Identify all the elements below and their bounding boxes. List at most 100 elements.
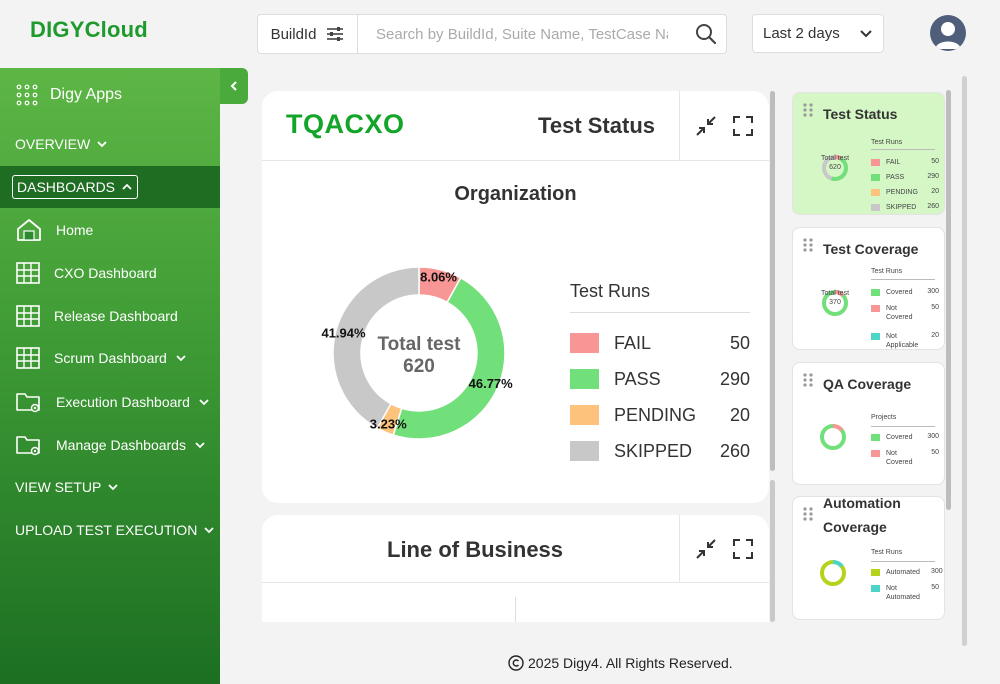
- legend-swatch: [570, 369, 599, 389]
- mini-donut-icon: [820, 560, 846, 586]
- sidebar-view-setup[interactable]: VIEW SETUP: [15, 479, 119, 495]
- grid-icon: [16, 347, 40, 369]
- widget-title: Test Coverage: [823, 241, 919, 257]
- sidebar-upload-test-execution[interactable]: UPLOAD TEST EXECUTION: [15, 522, 215, 538]
- chart-legend: Test Runs FAIL 50 PASS 290 PENDING 20 SKIPPED 2…: [570, 281, 750, 469]
- chevron-left-icon: [230, 81, 237, 91]
- search-icon: [696, 24, 717, 45]
- widget-qa-coverage[interactable]: QA Coverage Projects Covered 300 Not Cove…: [792, 362, 945, 485]
- sidebar-item-manage-dashboards[interactable]: Manage Dashboards: [16, 433, 216, 457]
- mini-legend-label: FAIL: [886, 159, 901, 166]
- sidebar-overview[interactable]: OVERVIEW: [15, 136, 108, 152]
- divider: [871, 426, 935, 427]
- legend-item-pending[interactable]: PENDING 20: [570, 397, 750, 433]
- legend-swatch: [570, 405, 599, 425]
- mini-legend-row: PASS 290: [871, 173, 939, 182]
- mini-legend-label: SKIPPED: [886, 204, 917, 211]
- swatch: [871, 289, 880, 296]
- sidebar-item-cxo-dashboard[interactable]: CXO Dashboard: [16, 262, 216, 284]
- overview-label: OVERVIEW: [15, 136, 91, 152]
- legend-label: SKIPPED: [614, 440, 693, 461]
- widget-title: Test Status: [823, 106, 898, 122]
- mini-legend-row: Automated 300: [871, 568, 943, 577]
- swatch: [871, 434, 880, 441]
- fullscreen-icon[interactable]: [732, 115, 754, 137]
- widget-test-coverage[interactable]: Test Coverage Total test 370 Test Runs C…: [792, 227, 945, 350]
- widget-title: Automation Coverage: [823, 496, 901, 535]
- drag-handle-icon[interactable]: [803, 373, 813, 387]
- mini-legend-row: Not Covered 50: [871, 449, 939, 467]
- filter-type-label: BuildId: [270, 25, 317, 43]
- mini-legend-title: Test Runs: [871, 549, 903, 556]
- mini-legend-row: PENDING 20: [871, 188, 939, 197]
- legend-value: 50: [729, 332, 750, 353]
- chevron-down-icon: [108, 484, 118, 491]
- sidebar-item-execution-dashboard[interactable]: Execution Dashboard: [16, 390, 216, 414]
- mini-legend-row: FAIL 50: [871, 158, 939, 167]
- grid-icon: [16, 305, 40, 327]
- widget-panel-scrollbar[interactable]: [946, 90, 951, 510]
- widget-automation-coverage[interactable]: Automation Coverage Test Runs Automated 3…: [792, 496, 945, 620]
- date-range-select[interactable]: Last 2 days: [752, 14, 884, 53]
- drag-handle-icon[interactable]: [803, 507, 813, 521]
- app-logo[interactable]: DIGYCloud: [30, 17, 148, 43]
- legend-item-pass[interactable]: PASS 290: [570, 361, 750, 397]
- apps-grid-icon: [16, 84, 38, 106]
- swatch: [871, 174, 880, 181]
- chevron-down-icon: [176, 355, 186, 362]
- donut-data-label: 3.23%: [370, 417, 407, 432]
- drag-handle-icon[interactable]: [803, 103, 813, 117]
- search-bar: BuildId: [257, 14, 727, 54]
- search-button[interactable]: [686, 15, 726, 53]
- collapse-icon[interactable]: [695, 538, 717, 560]
- sidebar-item-home[interactable]: Home: [16, 218, 216, 242]
- donut-data-label: 41.94%: [321, 325, 366, 340]
- search-input[interactable]: [358, 15, 686, 53]
- mini-legend-value: 300: [927, 433, 939, 440]
- mini-legend-label: Not Covered: [886, 450, 913, 466]
- divider: [871, 149, 935, 150]
- divider: [871, 279, 935, 280]
- mini-legend-label: Not Covered: [886, 305, 913, 321]
- donut-center-value: 620: [403, 356, 435, 377]
- mini-legend-value: 50: [931, 449, 939, 456]
- widget-title: QA Coverage: [823, 376, 912, 392]
- swatch: [871, 204, 880, 211]
- home-icon: [17, 219, 41, 241]
- swatch: [871, 585, 880, 592]
- sidebar-item-release-dashboard[interactable]: Release Dashboard: [16, 305, 216, 327]
- chevron-down-icon: [860, 29, 872, 37]
- user-avatar[interactable]: [930, 15, 966, 51]
- mini-legend-row: Covered 300: [871, 288, 939, 297]
- mini-legend-label: Automated: [886, 569, 920, 576]
- sidebar-item-scrum-dashboard[interactable]: Scrum Dashboard: [16, 347, 216, 369]
- widget-test-status[interactable]: Test Status Total test 620 Test Runs FAI…: [792, 92, 945, 215]
- collapse-icon[interactable]: [695, 115, 717, 137]
- mini-legend-value: 50: [931, 584, 939, 591]
- digy-apps-link[interactable]: Digy Apps: [16, 84, 122, 106]
- legend-label: PENDING: [614, 404, 697, 425]
- donut-center-label: Total test: [377, 334, 461, 355]
- fullscreen-icon[interactable]: [732, 538, 754, 560]
- legend-title: Test Runs: [570, 281, 750, 313]
- swatch: [871, 333, 880, 340]
- legend-item-fail[interactable]: FAIL 50: [570, 325, 750, 361]
- view-setup-label: VIEW SETUP: [15, 479, 102, 495]
- mini-legend-label: PASS: [886, 174, 905, 181]
- sidebar-collapse-button[interactable]: [220, 68, 248, 104]
- card-title: Test Status: [538, 113, 655, 138]
- mini-legend-row: Not Applicable 20: [871, 332, 939, 349]
- sidebar-dashboards[interactable]: DASHBOARDS: [12, 175, 139, 199]
- mini-legend-value: 50: [931, 304, 939, 311]
- mini-legend-value: 20: [931, 332, 939, 339]
- sidebar-item-label: CXO Dashboard: [54, 265, 157, 281]
- legend-item-skipped[interactable]: SKIPPED 260: [570, 433, 750, 469]
- main-scrollbar-track[interactable]: [770, 480, 775, 622]
- page-scrollbar[interactable]: [962, 76, 967, 646]
- filter-type-dropdown[interactable]: BuildId: [258, 15, 358, 53]
- drag-handle-icon[interactable]: [803, 238, 813, 252]
- mini-legend-title: Test Runs: [871, 139, 903, 146]
- main-scrollbar[interactable]: [770, 91, 775, 471]
- content-fade: [262, 622, 782, 652]
- swatch: [871, 305, 880, 312]
